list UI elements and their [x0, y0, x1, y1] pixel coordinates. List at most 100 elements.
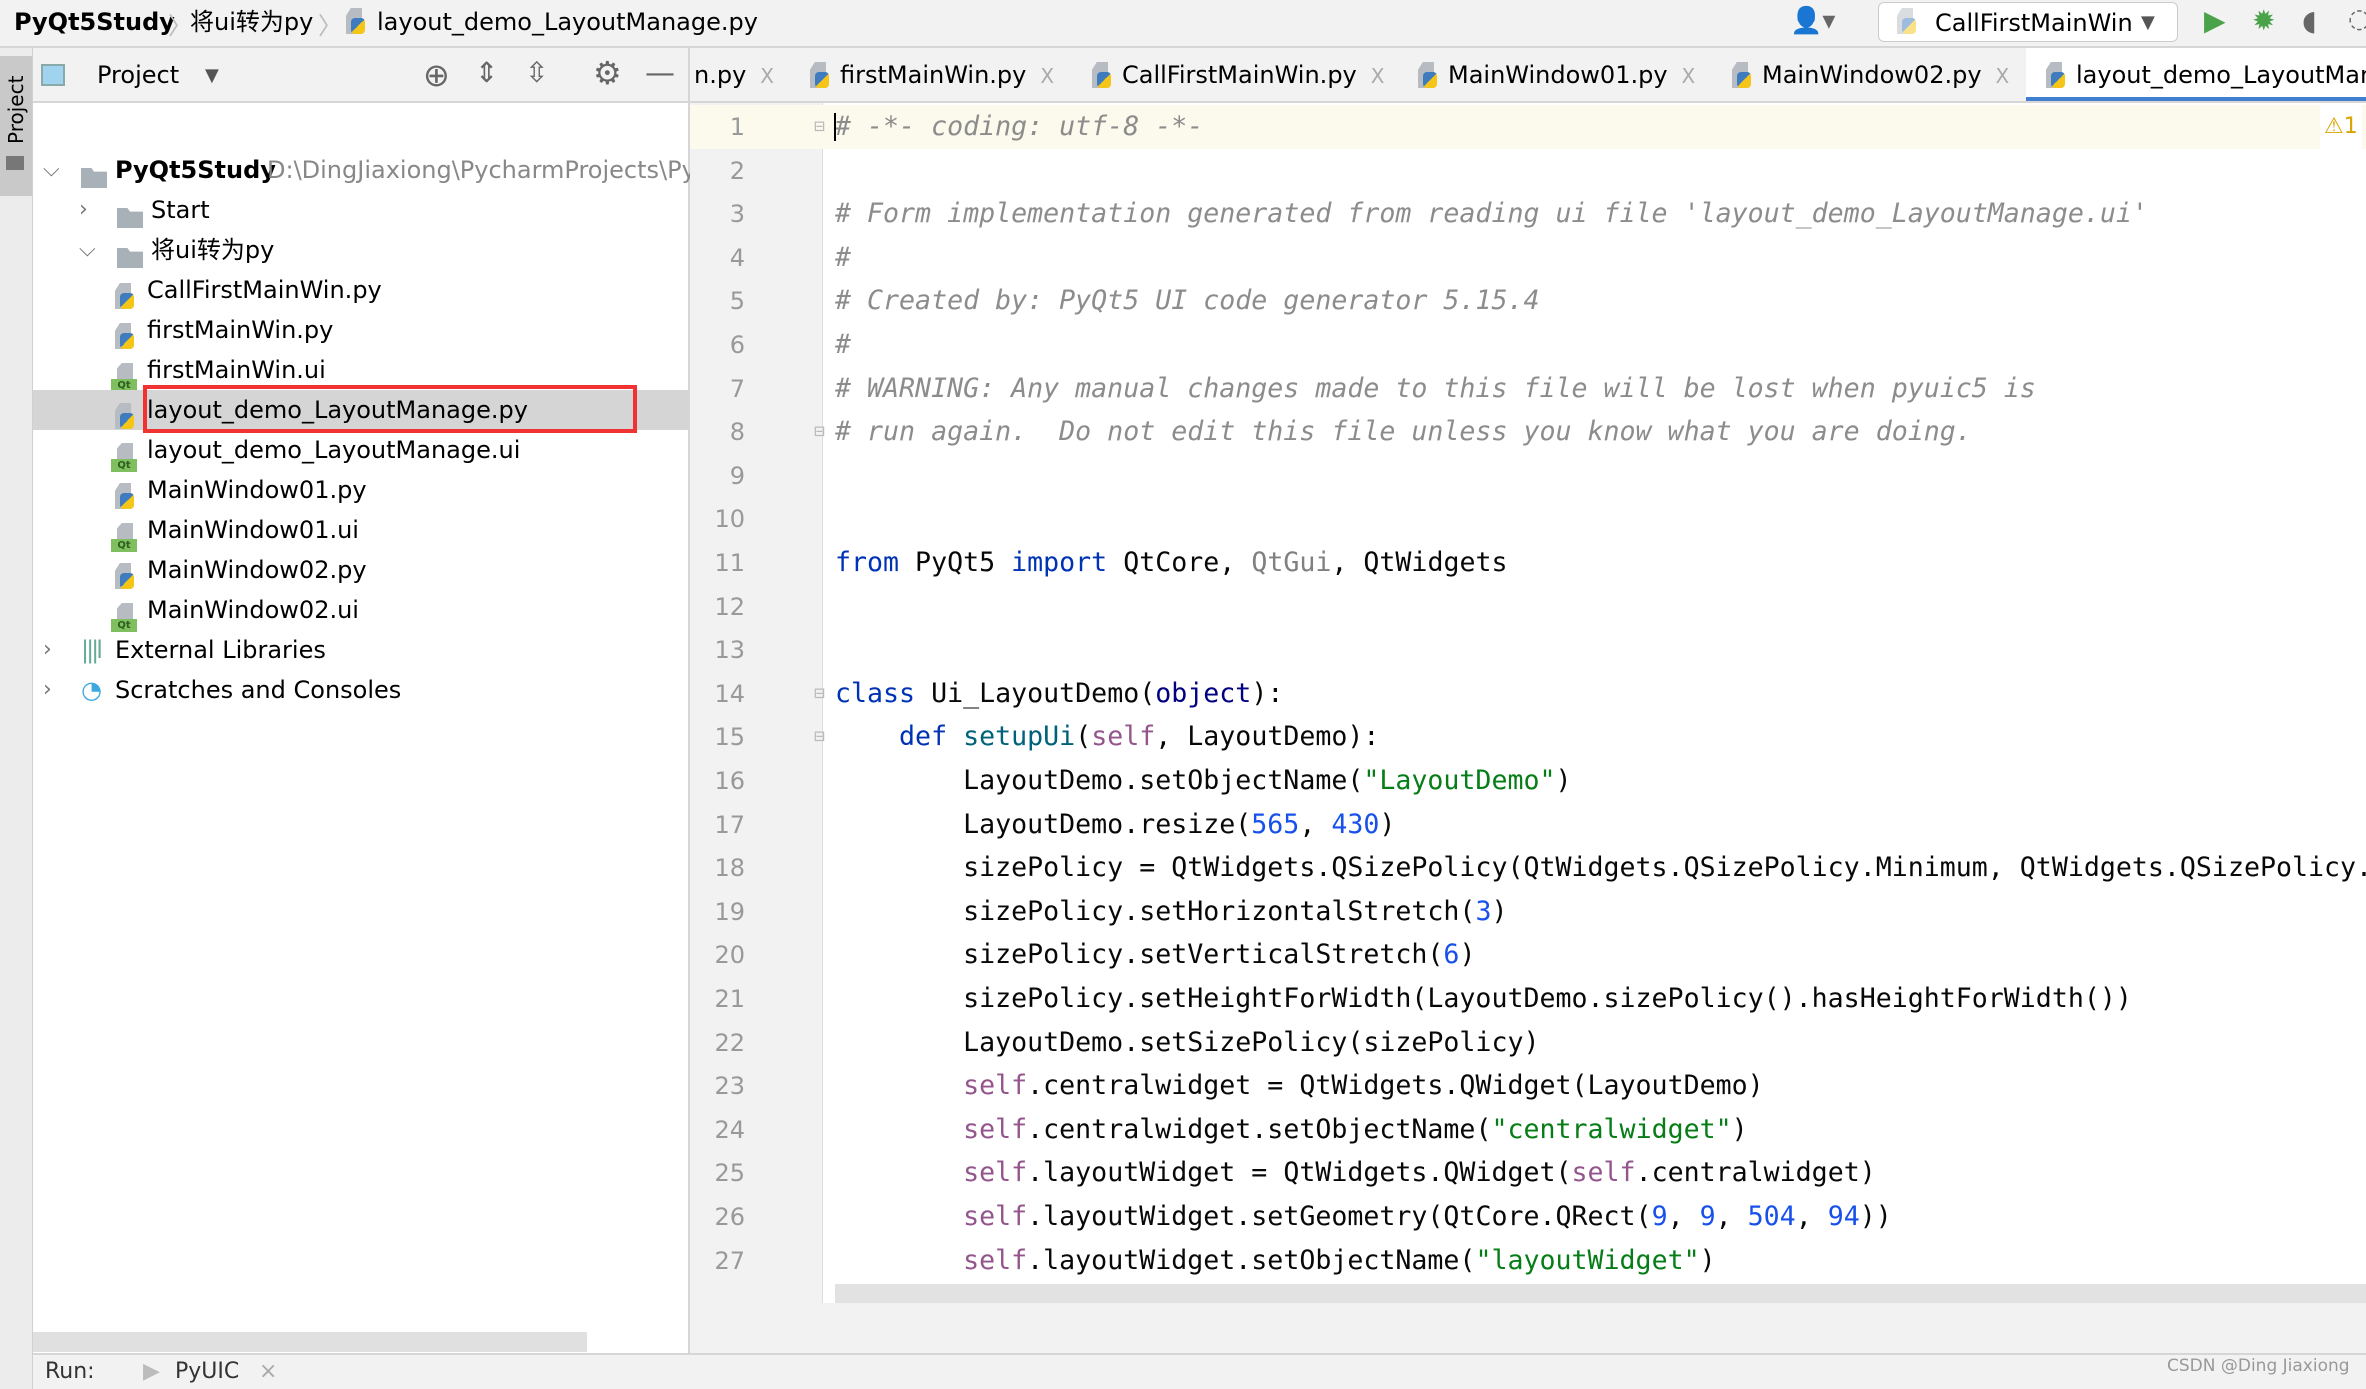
- line-number: 10: [714, 505, 745, 534]
- editor-tab[interactable]: MainWindow02.py X: [1730, 48, 2010, 101]
- tab-label: CallFirstMainWin.py: [1122, 61, 1357, 89]
- code-line: 27 self.layoutWidget.setObjectName("layo…: [690, 1239, 2366, 1283]
- code-text: class Ui_LayoutDemo(object):: [835, 672, 1283, 716]
- code-token: 430: [1331, 808, 1380, 840]
- line-number: 21: [714, 985, 745, 1013]
- code-token: (: [1075, 721, 1092, 753]
- warning-indicator[interactable]: ⚠1: [2320, 105, 2362, 149]
- editor-tab[interactable]: layout_demo_LayoutMan: [2026, 48, 2366, 101]
- locate-icon[interactable]: ⊕: [423, 56, 450, 94]
- fold-icon[interactable]: ⊟: [814, 410, 825, 454]
- close-icon[interactable]: X: [1996, 64, 2010, 88]
- tree-item[interactable]: MainWindow01.py: [33, 470, 688, 510]
- editor-horizontal-scrollbar[interactable]: [835, 1284, 2366, 1303]
- run-config-dropdown[interactable]: CallFirstMainWin ▼: [1878, 2, 2178, 42]
- code-line: 21 sizePolicy.setHeightForWidth(LayoutDe…: [690, 977, 2366, 1021]
- run-tool-bar: Run: ▶ PyUIC × CSDN @Ding Jiaxiong: [33, 1353, 2366, 1389]
- tree-item[interactable]: layout_demo_LayoutManage.py: [33, 390, 688, 430]
- code-token: self: [963, 1244, 1028, 1276]
- chevron-right-icon[interactable]: ›: [43, 630, 52, 670]
- run-icon[interactable]: ▶: [2204, 4, 2226, 37]
- gear-icon[interactable]: ⚙: [593, 54, 622, 92]
- code-line: 2: [690, 149, 2366, 193]
- editor-tab[interactable]: CallFirstMainWin.py X: [1090, 48, 1385, 101]
- editor-tab[interactable]: MainWindow01.py X: [1416, 48, 1696, 101]
- code-line: 6 #: [690, 323, 2366, 367]
- python-file-icon: [113, 283, 135, 311]
- tree-item[interactable]: firstMainWin.py: [33, 310, 688, 350]
- tree-item[interactable]: › |||l External Libraries: [33, 630, 688, 670]
- breadcrumb-file[interactable]: layout_demo_LayoutManage.py: [377, 4, 758, 40]
- tab-label: MainWindow02.py: [1762, 61, 1982, 89]
- breadcrumb-folder[interactable]: 将ui转为py: [190, 4, 313, 40]
- code-token: from: [835, 547, 900, 578]
- chevron-right-icon[interactable]: ›: [43, 670, 52, 710]
- code-token: # Form implementation generated from rea…: [835, 198, 2148, 230]
- chevron-right-icon[interactable]: ›: [79, 190, 88, 230]
- breadcrumb-separator: 〉: [168, 12, 192, 40]
- tree-item[interactable]: firstMainWin.ui: [33, 350, 688, 392]
- fold-icon[interactable]: ⊟: [814, 672, 825, 716]
- qt-file-icon: [111, 443, 137, 472]
- code-token: ): [1699, 1244, 1716, 1276]
- hide-icon[interactable]: —: [645, 56, 675, 91]
- tree-item[interactable]: ⌵ PyQt5Study D:\DingJiaxiong\PycharmProjec…: [33, 150, 696, 190]
- python-file-icon: [808, 62, 830, 90]
- code-token: setupUi: [963, 721, 1076, 753]
- project-view-selector[interactable]: Project: [97, 48, 179, 103]
- code-token: QtGui: [1251, 547, 1332, 578]
- tree-item[interactable]: CallFirstMainWin.py: [33, 270, 688, 310]
- chevron-down-icon[interactable]: ⌵: [79, 230, 96, 270]
- line-number: 20: [714, 941, 745, 970]
- code-line: 3 # Form implementation generated from re…: [690, 192, 2366, 236]
- code-token: ): [1731, 1113, 1748, 1145]
- line-number: 17: [714, 810, 745, 839]
- code-text: sizePolicy.setHeightForWidth(LayoutDemo.…: [835, 977, 2132, 1021]
- tree-item-label: Scratches and Consoles: [115, 676, 402, 704]
- horizontal-scrollbar[interactable]: [33, 1332, 587, 1352]
- debug-icon[interactable]: ✹: [2252, 4, 2275, 37]
- close-icon[interactable]: ×: [259, 1355, 277, 1389]
- fold-icon[interactable]: ⊟: [814, 715, 825, 759]
- folder-icon: [6, 156, 24, 170]
- profile-icon[interactable]: ◌: [2348, 4, 2366, 34]
- tree-item[interactable]: › Start: [33, 190, 688, 230]
- tree-item[interactable]: layout_demo_LayoutManage.ui: [33, 430, 688, 472]
- user-icon[interactable]: 👤▾: [1790, 6, 1835, 36]
- tab-label: layout_demo_LayoutMan: [2076, 61, 2366, 89]
- coverage-icon[interactable]: ◖: [2302, 4, 2317, 37]
- code-token: # -*- coding: utf-8 -*-: [835, 111, 1204, 142]
- run-tab-pyuic[interactable]: PyUIC: [175, 1355, 239, 1389]
- code-token: .layoutWidget.setObjectName(: [1027, 1244, 1476, 1276]
- chevron-down-icon[interactable]: ▼: [205, 48, 219, 103]
- expand-all-icon[interactable]: ⇕: [475, 56, 498, 89]
- tree-item[interactable]: › ◔ Scratches and Consoles: [33, 670, 688, 710]
- collapse-all-icon[interactable]: ⇳: [525, 56, 548, 89]
- folder-icon: [81, 168, 107, 188]
- tree-item[interactable]: MainWindow01.ui: [33, 510, 688, 552]
- navigation-bar: PyQt5Study 〉 将ui转为py 〉 layout_demo_Layou…: [0, 0, 2366, 48]
- python-file-icon: [2044, 62, 2066, 90]
- project-tool-button[interactable]: Project: [0, 56, 32, 196]
- chevron-down-icon[interactable]: ⌵: [43, 150, 60, 190]
- close-icon[interactable]: X: [1682, 64, 1696, 88]
- close-icon[interactable]: X: [1371, 64, 1385, 88]
- code-editor[interactable]: 1 # -*- coding: utf-8 -*- ⊟ 2 3 # Form implem…: [690, 103, 2366, 1303]
- tree-item[interactable]: MainWindow02.ui: [33, 590, 688, 632]
- editor-tab[interactable]: firstMainWin.py X: [808, 48, 1054, 101]
- tree-item[interactable]: MainWindow02.py: [33, 550, 688, 590]
- tree-item[interactable]: ⌵ 将ui转为py: [33, 230, 688, 270]
- close-icon[interactable]: X: [1040, 64, 1054, 88]
- code-line: 8 # run again. Do not edit this file unle…: [690, 410, 2366, 454]
- code-text: # run again. Do not edit this file unles…: [835, 410, 1972, 454]
- python-file-icon: [1090, 62, 1112, 90]
- breadcrumb-project[interactable]: PyQt5Study: [14, 4, 175, 40]
- close-icon[interactable]: X: [760, 64, 774, 88]
- tree-item-label: PyQt5Study: [115, 156, 276, 184]
- editor-tab[interactable]: n.py X: [694, 48, 774, 101]
- fold-icon[interactable]: ⊟: [814, 105, 825, 149]
- line-number: 11: [714, 549, 745, 577]
- tree-item-label: CallFirstMainWin.py: [147, 276, 382, 304]
- tree-item-label: layout_demo_LayoutManage.py: [147, 396, 528, 424]
